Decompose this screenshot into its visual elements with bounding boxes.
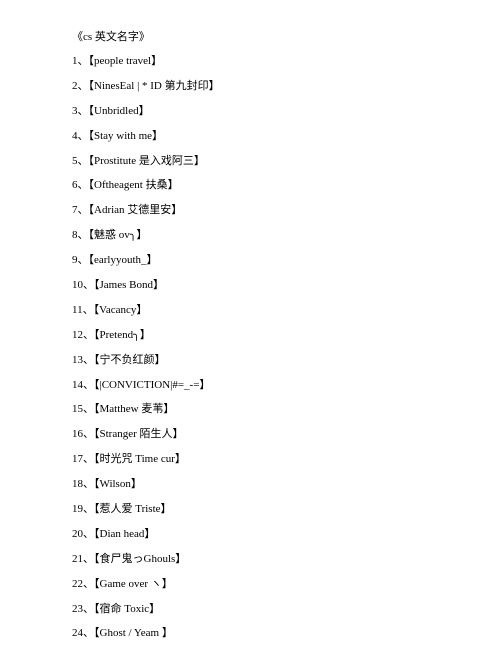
list-item: 18、【Wilson】 [72, 477, 500, 491]
list-item: 10、【James Bond】 [72, 278, 500, 292]
list-item: 19、【惹人爱 Triste】 [72, 502, 500, 516]
list-item: 20、【Dian head】 [72, 527, 500, 541]
list-item: 14、【|CONVICTION|#=_-=】 [72, 378, 500, 392]
list-item: 3、【Unbridled】 [72, 104, 500, 118]
list-item: 7、【Adrian 艾德里安】 [72, 203, 500, 217]
list-item: 8、【魅惑 ov╮】 [72, 228, 500, 242]
list-item: 1、【people travel】 [72, 54, 500, 68]
list-item: 15、【Matthew 麦苇】 [72, 402, 500, 416]
list-item: 12、【Pretend╮】 [72, 328, 500, 342]
list-item: 9、【earlyyouth_】 [72, 253, 500, 267]
list-item: 6、【Oftheagent 扶桑】 [72, 178, 500, 192]
list-item: 17、【时光咒 Time cur】 [72, 452, 500, 466]
list-item: 22、【Game over ヽ】 [72, 577, 500, 591]
list-item: 11、【Vacancy】 [72, 303, 500, 317]
list-item: 24、【Ghost / Yeam 】 [72, 626, 500, 640]
list-item: 23、【宿命 Toxic】 [72, 602, 500, 616]
list-item: 4、【Stay with me】 [72, 129, 500, 143]
list-item: 16、【Stranger 陌生人】 [72, 427, 500, 441]
list-item: 13、【宁不负红颜】 [72, 353, 500, 367]
list-item: 5、【Prostitute 是入戏阿三】 [72, 154, 500, 168]
list-item: 21、【食尸鬼っGhouls】 [72, 552, 500, 566]
document-title: 《cs 英文名字》 [72, 28, 500, 44]
list-item: 2、【NinesEal | * ID 第九封印】 [72, 79, 500, 93]
